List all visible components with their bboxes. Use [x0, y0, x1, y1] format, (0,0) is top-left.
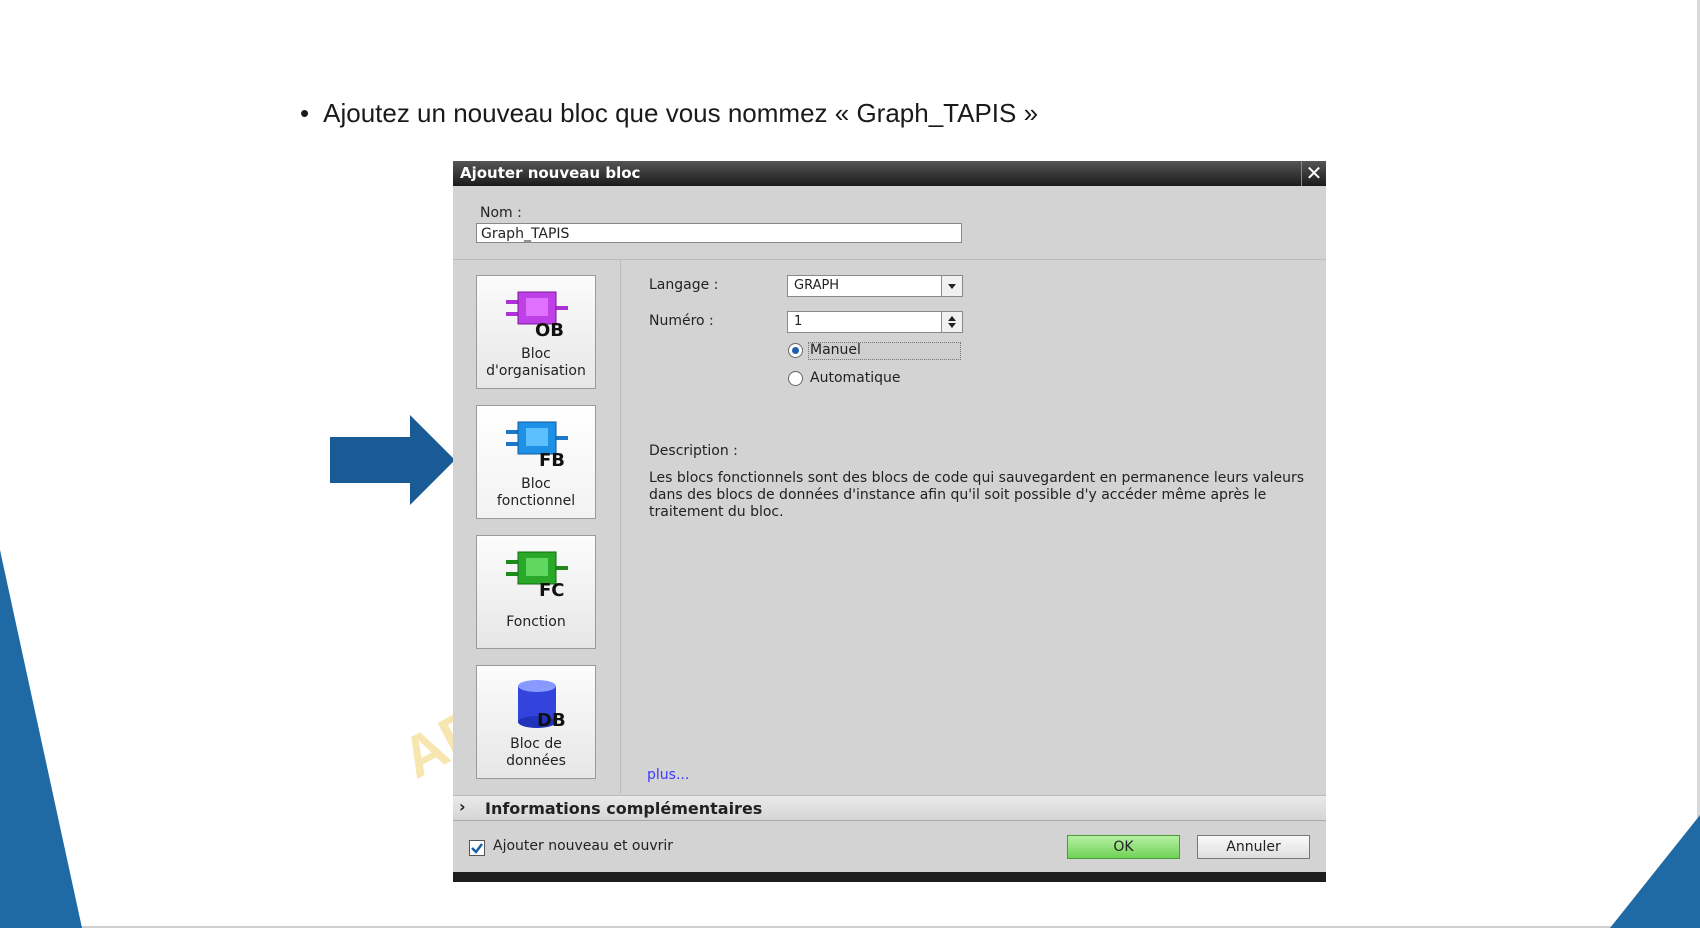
block-type-ob-button[interactable]: OB Bloc d'organisation — [476, 275, 596, 389]
block-label-line1: Bloc — [521, 346, 551, 362]
info-section-toggle[interactable]: › Informations complémentaires — [453, 795, 1326, 821]
block-label-line1: Bloc de — [510, 736, 562, 752]
pointer-arrow-icon — [330, 415, 455, 505]
block-label-line2: fonctionnel — [496, 493, 576, 509]
description-label: Description : — [649, 443, 738, 459]
numero-label: Numéro : — [649, 313, 714, 329]
close-button[interactable]: ✕ — [1301, 161, 1326, 186]
numero-value: 1 — [794, 314, 803, 329]
divider — [620, 259, 621, 794]
plus-link[interactable]: plus... — [647, 767, 689, 783]
radio-automatique[interactable] — [788, 371, 803, 386]
info-section-label: Informations complémentaires — [485, 799, 763, 818]
fb-badge: FB — [539, 450, 566, 471]
slide-bullet: • Ajoutez un nouveau bloc que vous nommez… — [300, 98, 1038, 129]
close-icon: ✕ — [1305, 161, 1323, 185]
block-label-line2: données — [506, 753, 566, 769]
block-label-line1: Fonction — [506, 614, 566, 630]
langage-label: Langage : — [649, 277, 719, 293]
block-type-db-button[interactable]: DB Bloc de données — [476, 665, 596, 779]
chevron-right-icon: › — [459, 797, 466, 816]
add-block-dialog: Ajouter nouveau bloc ✕ Nom : Graph_TAPIS… — [453, 161, 1326, 882]
dialog-title: Ajouter nouveau bloc — [460, 164, 641, 182]
description-text: Les blocs fonctionnels sont des blocs de… — [649, 470, 1305, 520]
radio-manuel-label: Manuel — [810, 342, 861, 358]
cancel-button[interactable]: Annuler — [1197, 835, 1310, 859]
numero-stepper[interactable]: 1 — [787, 311, 963, 333]
bullet-dot-icon: • — [300, 98, 310, 128]
nom-input[interactable]: Graph_TAPIS — [476, 223, 962, 243]
db-badge: DB — [537, 710, 566, 731]
stepper-arrows-icon — [948, 316, 956, 328]
fc-badge: FC — [539, 580, 565, 601]
ok-button[interactable]: OK — [1067, 835, 1180, 859]
add-and-open-label: Ajouter nouveau et ouvrir — [493, 838, 674, 854]
radio-automatique-label: Automatique — [810, 370, 901, 386]
stepper-buttons[interactable] — [941, 312, 962, 332]
langage-value: GRAPH — [794, 278, 840, 293]
chevron-down-icon — [948, 284, 956, 289]
checkmark-icon — [471, 843, 483, 854]
dropdown-button[interactable] — [941, 276, 962, 296]
block-type-fb-button[interactable]: FB Bloc fonctionnel — [476, 405, 596, 519]
right-accent-triangle — [1610, 815, 1700, 928]
ob-badge: OB — [535, 320, 565, 341]
block-type-fc-button[interactable]: FC Fonction — [476, 535, 596, 649]
dialog-bottom-bar — [453, 872, 1326, 882]
nom-label: Nom : — [480, 205, 522, 221]
dialog-titlebar: Ajouter nouveau bloc ✕ — [453, 161, 1326, 186]
left-accent-triangle — [0, 550, 82, 928]
bullet-text: Ajoutez un nouveau bloc que vous nommez … — [323, 98, 1039, 128]
divider — [453, 259, 1326, 260]
langage-select[interactable]: GRAPH — [787, 275, 963, 297]
radio-manuel[interactable] — [788, 343, 803, 358]
block-label-line2: d'organisation — [486, 363, 586, 379]
add-and-open-checkbox[interactable] — [469, 840, 485, 856]
block-label-line1: Bloc — [521, 476, 551, 492]
